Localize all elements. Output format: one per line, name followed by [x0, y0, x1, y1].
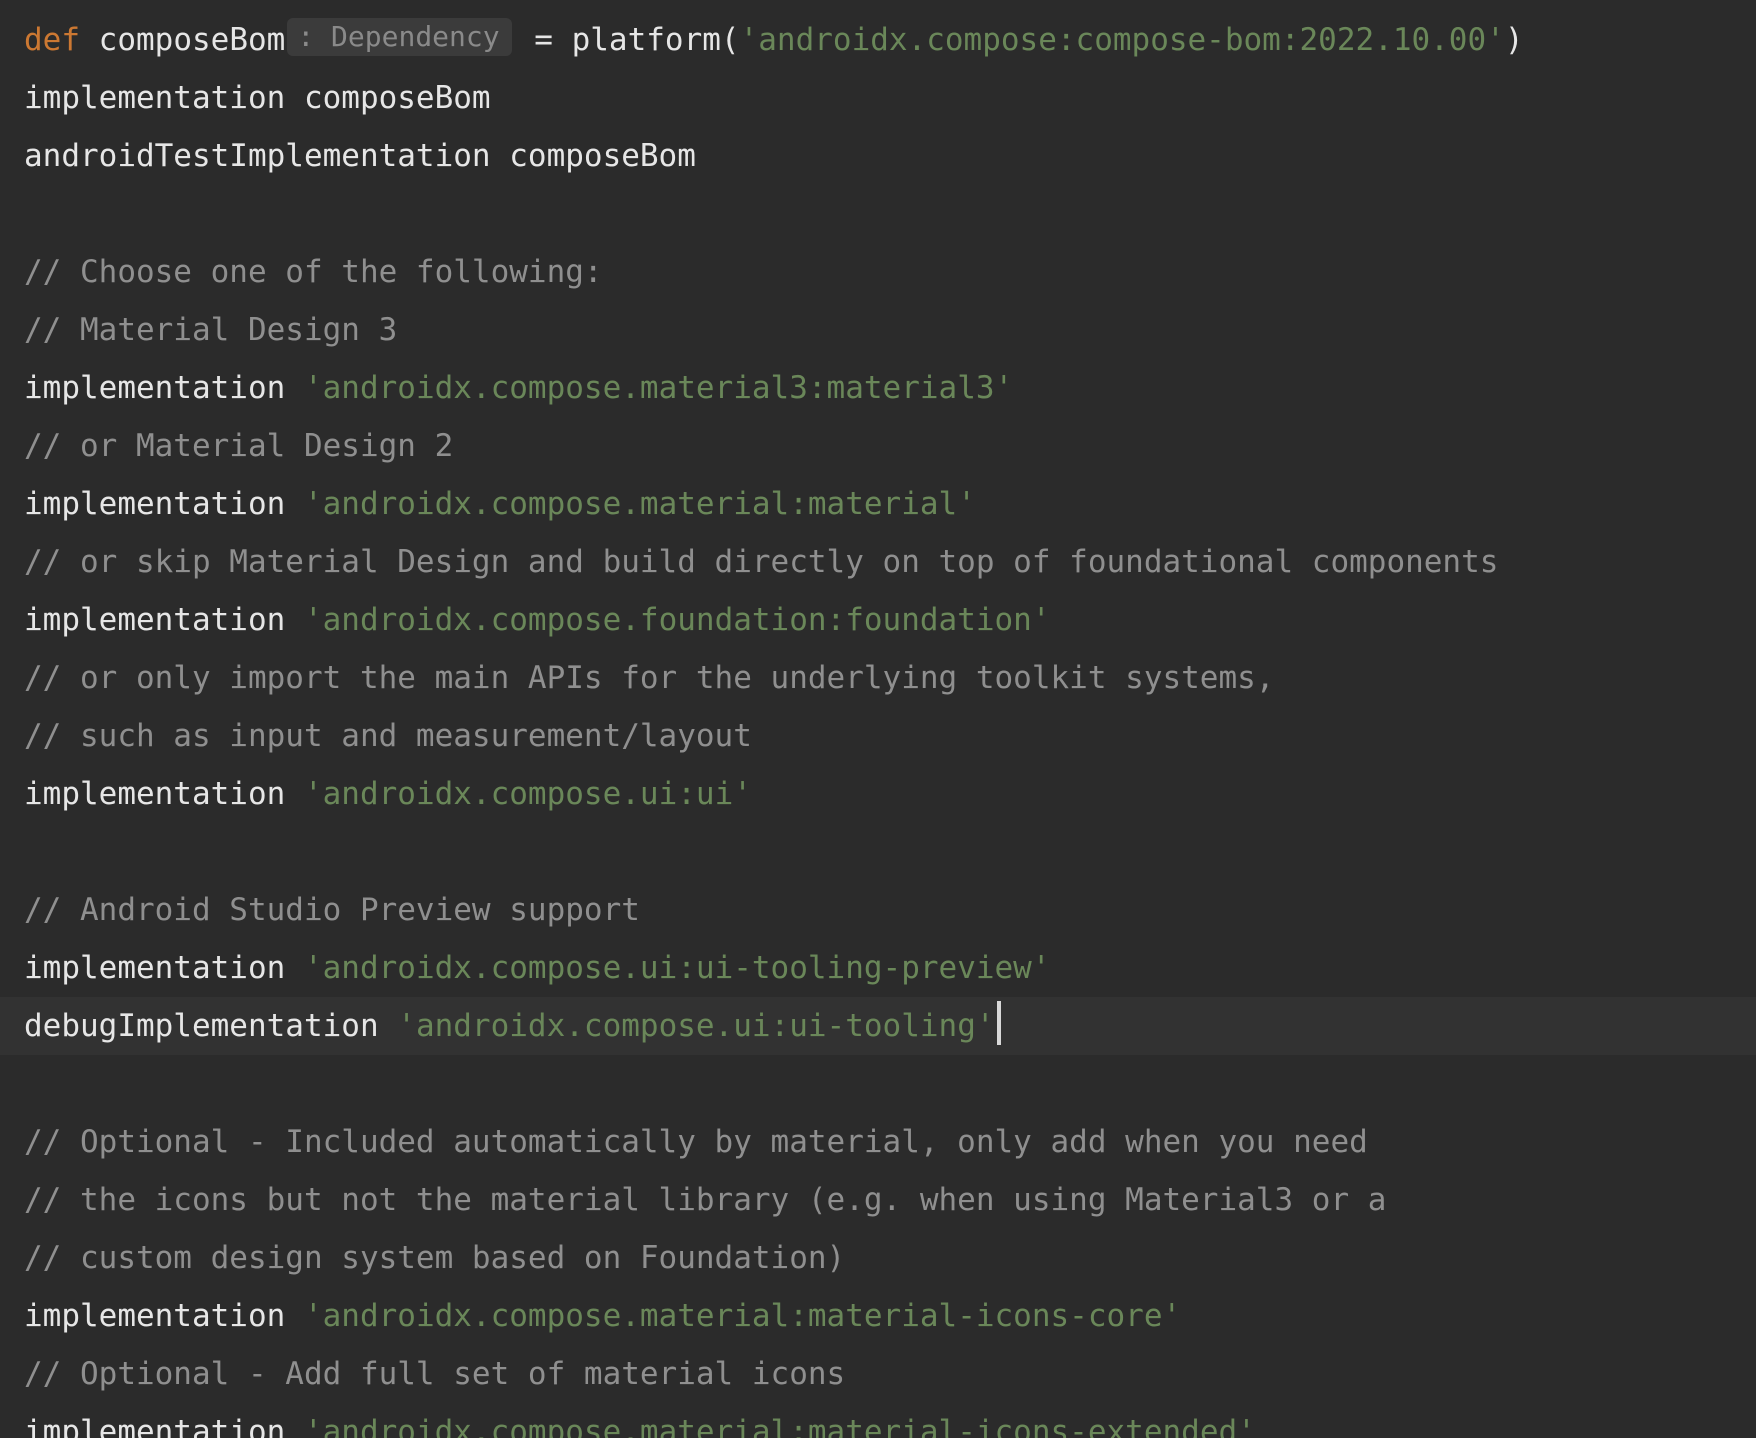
dependency-keyword: implementation: [24, 1298, 286, 1334]
text-caret: [996, 1001, 1001, 1045]
code-line-11[interactable]: implementation 'androidx.compose.foundat…: [0, 591, 1756, 649]
code-text: implementation composeBom: [24, 80, 491, 116]
dependency-keyword: implementation: [24, 602, 286, 638]
code-line-10[interactable]: // or skip Material Design and build dir…: [0, 533, 1756, 591]
code-line-4[interactable]: [0, 185, 1756, 243]
string-literal: 'androidx.compose.ui:ui': [303, 776, 752, 812]
code-text: androidTestImplementation composeBom: [24, 138, 696, 174]
dependency-keyword: implementation: [24, 950, 286, 986]
comment: // Material Design 3: [24, 312, 398, 348]
code-line-24[interactable]: // Optional - Add full set of material i…: [0, 1345, 1756, 1403]
dependency-keyword: debugImplementation: [24, 1008, 379, 1044]
code-line-7[interactable]: implementation 'androidx.compose.materia…: [0, 359, 1756, 417]
comment: // or only import the main APIs for the …: [24, 660, 1275, 696]
code-line-8[interactable]: // or Material Design 2: [0, 417, 1756, 475]
closing-paren: ): [1504, 22, 1524, 58]
comment: // custom design system based on Foundat…: [24, 1240, 846, 1276]
string-literal: 'androidx.compose:compose-bom:2022.10.00…: [739, 22, 1505, 58]
code-editor[interactable]: def composeBom: Dependency = platform('a…: [0, 0, 1756, 1438]
comment: // Android Studio Preview support: [24, 892, 640, 928]
code-line-6[interactable]: // Material Design 3: [0, 301, 1756, 359]
code-line-15[interactable]: [0, 823, 1756, 881]
dependency-keyword: implementation: [24, 486, 286, 522]
assignment-expression: = platform(: [534, 22, 740, 58]
code-line-19[interactable]: [0, 1055, 1756, 1113]
code-line-16[interactable]: // Android Studio Preview support: [0, 881, 1756, 939]
dependency-keyword: implementation: [24, 1414, 286, 1438]
comment: // or Material Design 2: [24, 428, 454, 464]
code-line-25[interactable]: implementation 'androidx.compose.materia…: [0, 1403, 1756, 1438]
string-literal: 'androidx.compose.ui:ui-tooling': [397, 1008, 995, 1044]
code-line-18-current[interactable]: debugImplementation 'androidx.compose.ui…: [0, 997, 1756, 1055]
comment: // Optional - Add full set of material i…: [24, 1356, 846, 1392]
code-line-3[interactable]: androidTestImplementation composeBom: [0, 127, 1756, 185]
code-line-2[interactable]: implementation composeBom: [0, 69, 1756, 127]
def-keyword: def: [24, 22, 80, 58]
string-literal: 'androidx.compose.ui:ui-tooling-preview': [303, 950, 1051, 986]
code-line-21[interactable]: // the icons but not the material librar…: [0, 1171, 1756, 1229]
comment: // or skip Material Design and build dir…: [24, 544, 1499, 580]
dependency-keyword: implementation: [24, 370, 286, 406]
code-line-9[interactable]: implementation 'androidx.compose.materia…: [0, 475, 1756, 533]
code-line-17[interactable]: implementation 'androidx.compose.ui:ui-t…: [0, 939, 1756, 997]
string-literal: 'androidx.compose.material:material-icon…: [303, 1298, 1182, 1334]
code-line-1[interactable]: def composeBom: Dependency = platform('a…: [0, 11, 1756, 69]
string-literal: 'androidx.compose.material3:material3': [303, 370, 1014, 406]
type-hint: : Dependency: [287, 18, 512, 56]
code-line-13[interactable]: // such as input and measurement/layout: [0, 707, 1756, 765]
comment: // such as input and measurement/layout: [24, 718, 752, 754]
code-line-12[interactable]: // or only import the main APIs for the …: [0, 649, 1756, 707]
comment: // Optional - Included automatically by …: [24, 1124, 1368, 1160]
string-literal: 'androidx.compose.material:material-icon…: [303, 1414, 1256, 1438]
code-line-23[interactable]: implementation 'androidx.compose.materia…: [0, 1287, 1756, 1345]
code-line-5[interactable]: // Choose one of the following:: [0, 243, 1756, 301]
code-line-22[interactable]: // custom design system based on Foundat…: [0, 1229, 1756, 1287]
code-line-20[interactable]: // Optional - Included automatically by …: [0, 1113, 1756, 1171]
string-literal: 'androidx.compose.foundation:foundation': [303, 602, 1051, 638]
comment: // Choose one of the following:: [24, 254, 603, 290]
comment: // the icons but not the material librar…: [24, 1182, 1387, 1218]
code-line-14[interactable]: implementation 'androidx.compose.ui:ui': [0, 765, 1756, 823]
string-literal: 'androidx.compose.material:material': [303, 486, 976, 522]
dependency-keyword: implementation: [24, 776, 286, 812]
variable-name: composeBom: [98, 22, 286, 58]
